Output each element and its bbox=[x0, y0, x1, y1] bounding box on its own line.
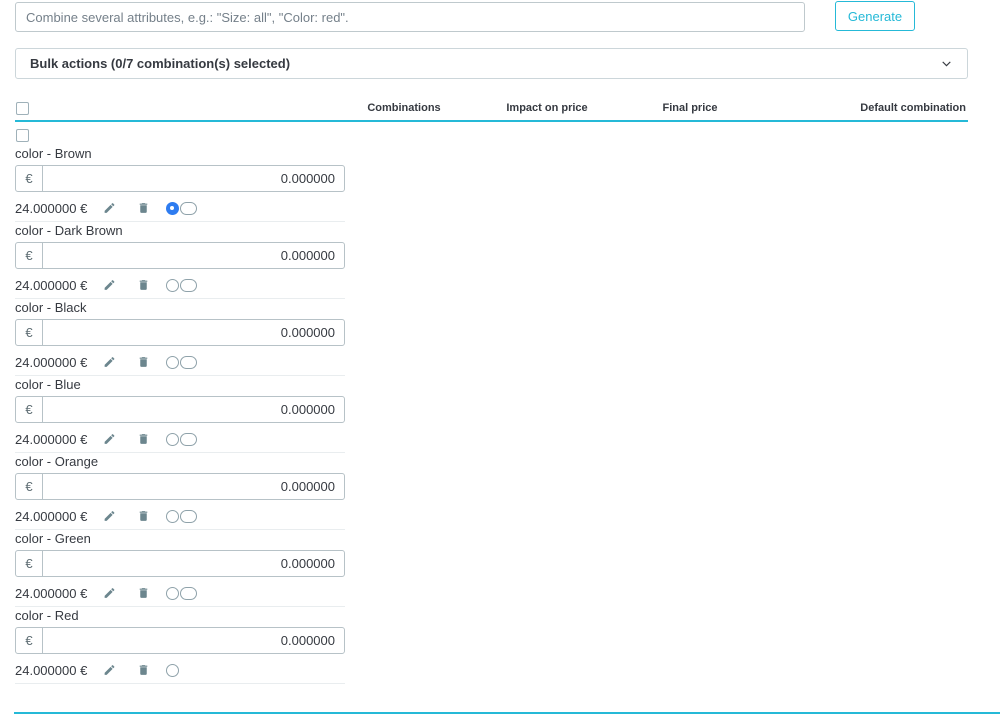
combination-row: color - Red € 24.000000 € bbox=[15, 607, 345, 684]
combination-row: color - Brown € 24.000000 € bbox=[15, 145, 345, 222]
final-price-value: 24.000000 € bbox=[15, 201, 87, 216]
impact-on-price-input[interactable] bbox=[43, 320, 344, 345]
column-header-combinations: Combinations bbox=[367, 102, 440, 114]
edit-icon[interactable] bbox=[103, 509, 116, 523]
combination-actions: 24.000000 € bbox=[15, 276, 345, 294]
impact-on-price-input[interactable] bbox=[43, 551, 344, 576]
edit-icon[interactable] bbox=[103, 278, 116, 292]
impact-on-price-input[interactable] bbox=[43, 628, 344, 653]
bulk-actions-label: Bulk actions (0/7 combination(s) selecte… bbox=[30, 56, 290, 71]
impact-on-price-input-group: € bbox=[15, 550, 345, 577]
impact-on-price-input[interactable] bbox=[43, 397, 344, 422]
default-combination-toggle[interactable] bbox=[166, 433, 197, 446]
toggle-track bbox=[180, 510, 197, 523]
currency-prefix: € bbox=[16, 628, 43, 653]
delete-icon[interactable] bbox=[137, 432, 150, 446]
combination-label: color - Red bbox=[15, 609, 345, 623]
combination-label: color - Dark Brown bbox=[15, 224, 345, 238]
delete-icon[interactable] bbox=[137, 509, 150, 523]
delete-icon[interactable] bbox=[137, 586, 150, 600]
default-combination-toggle[interactable] bbox=[166, 202, 197, 215]
delete-icon[interactable] bbox=[137, 201, 150, 215]
chevron-down-icon bbox=[940, 57, 953, 70]
impact-on-price-input-group: € bbox=[15, 242, 345, 269]
default-combination-toggle[interactable] bbox=[166, 510, 197, 523]
default-combination-toggle[interactable] bbox=[166, 587, 197, 600]
edit-icon[interactable] bbox=[103, 201, 116, 215]
toggle-track bbox=[180, 279, 197, 292]
final-price-value: 24.000000 € bbox=[15, 509, 87, 524]
toggle-knob bbox=[166, 510, 179, 523]
combination-label: color - Brown bbox=[15, 147, 345, 161]
final-price-value: 24.000000 € bbox=[15, 586, 87, 601]
generate-button[interactable]: Generate bbox=[835, 1, 915, 31]
combination-row: color - Dark Brown € 24.000000 € bbox=[15, 222, 345, 299]
toggle-knob bbox=[166, 356, 179, 369]
delete-icon[interactable] bbox=[137, 663, 150, 677]
combination-actions: 24.000000 € bbox=[15, 353, 345, 371]
combination-label: color - Green bbox=[15, 532, 345, 546]
combination-actions: 24.000000 € bbox=[15, 430, 345, 448]
impact-on-price-input-group: € bbox=[15, 627, 345, 654]
currency-prefix: € bbox=[16, 551, 43, 576]
impact-on-price-input-group: € bbox=[15, 473, 345, 500]
combination-label: color - Orange bbox=[15, 455, 345, 469]
toggle-track bbox=[180, 202, 197, 215]
default-combination-toggle[interactable] bbox=[166, 664, 179, 677]
table-header: Combinations Impact on price Final price… bbox=[15, 98, 968, 122]
combination-actions: 24.000000 € bbox=[15, 661, 345, 679]
combination-row: color - Green € 24.000000 € bbox=[15, 530, 345, 607]
delete-icon[interactable] bbox=[137, 278, 150, 292]
toggle-knob bbox=[166, 433, 179, 446]
toggle-knob bbox=[166, 587, 179, 600]
combination-row: color - Black € 24.000000 € bbox=[15, 299, 345, 376]
default-combination-toggle[interactable] bbox=[166, 279, 197, 292]
combination-actions: 24.000000 € bbox=[15, 507, 345, 525]
toggle-track bbox=[180, 356, 197, 369]
final-price-value: 24.000000 € bbox=[15, 278, 87, 293]
impact-on-price-input-group: € bbox=[15, 165, 345, 192]
final-price-value: 24.000000 € bbox=[15, 432, 87, 447]
column-header-impact-on-price: Impact on price bbox=[506, 102, 587, 114]
delete-icon[interactable] bbox=[137, 355, 150, 369]
row-select-checkbox[interactable] bbox=[16, 129, 29, 142]
combination-actions: 24.000000 € bbox=[15, 199, 345, 217]
edit-icon[interactable] bbox=[103, 355, 116, 369]
edit-icon[interactable] bbox=[103, 663, 116, 677]
column-header-final-price: Final price bbox=[662, 102, 717, 114]
combination-actions: 24.000000 € bbox=[15, 584, 345, 602]
impact-on-price-input[interactable] bbox=[43, 243, 344, 268]
impact-on-price-input[interactable] bbox=[43, 474, 344, 499]
final-price-value: 24.000000 € bbox=[15, 355, 87, 370]
currency-prefix: € bbox=[16, 166, 43, 191]
toggle-knob bbox=[166, 279, 179, 292]
toggle-knob bbox=[166, 664, 179, 677]
impact-on-price-input[interactable] bbox=[43, 166, 344, 191]
toggle-knob bbox=[166, 202, 179, 215]
currency-prefix: € bbox=[16, 474, 43, 499]
combination-label: color - Black bbox=[15, 301, 345, 315]
combination-row: color - Orange € 24.000000 € bbox=[15, 453, 345, 530]
column-header-default-combination: Default combination bbox=[860, 102, 966, 114]
edit-icon[interactable] bbox=[103, 586, 116, 600]
edit-icon[interactable] bbox=[103, 432, 116, 446]
currency-prefix: € bbox=[16, 397, 43, 422]
currency-prefix: € bbox=[16, 320, 43, 345]
impact-on-price-input-group: € bbox=[15, 396, 345, 423]
attributes-combine-input[interactable] bbox=[15, 2, 805, 32]
combinations-panel: Generate Bulk actions (0/7 combination(s… bbox=[0, 0, 1000, 720]
final-price-value: 24.000000 € bbox=[15, 663, 87, 678]
select-all-checkbox[interactable] bbox=[16, 102, 29, 115]
combination-label: color - Blue bbox=[15, 378, 345, 392]
toggle-track bbox=[180, 587, 197, 600]
combination-row: color - Blue € 24.000000 € bbox=[15, 376, 345, 453]
impact-on-price-input-group: € bbox=[15, 319, 345, 346]
panel-divider bbox=[14, 712, 1000, 714]
bulk-actions-dropdown[interactable]: Bulk actions (0/7 combination(s) selecte… bbox=[15, 48, 968, 79]
currency-prefix: € bbox=[16, 243, 43, 268]
combinations-list: color - Brown € 24.000000 € color - Dark… bbox=[15, 145, 345, 684]
toggle-track bbox=[180, 433, 197, 446]
default-combination-toggle[interactable] bbox=[166, 356, 197, 369]
